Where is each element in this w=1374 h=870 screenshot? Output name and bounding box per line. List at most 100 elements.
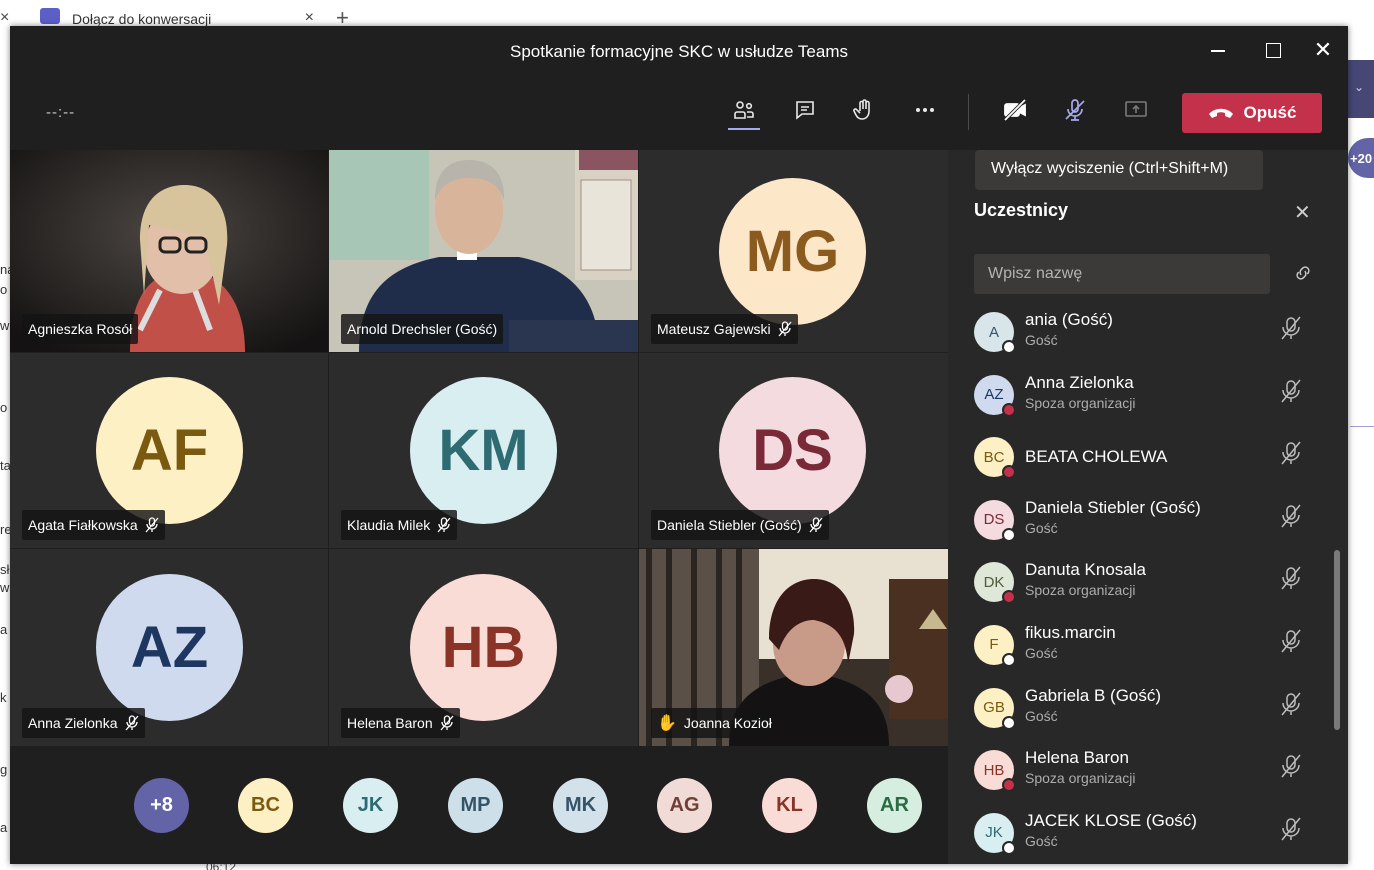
meeting-timer: --:-- xyxy=(46,104,76,121)
overflow-participant-avatar[interactable]: AR xyxy=(867,778,922,833)
show-participants-button[interactable] xyxy=(722,88,766,132)
video-grid: Agnieszka Rosół Arnold Drechsler (Gość) … xyxy=(10,150,948,746)
video-tile[interactable]: Arnold Drechsler (Gość) xyxy=(329,150,638,352)
mic-off-icon[interactable] xyxy=(1280,692,1302,716)
avatar-initials: F xyxy=(989,636,999,654)
participant-row[interactable]: BC BEATA CHOLEWA xyxy=(974,429,1314,492)
browser-tab-close-icon[interactable]: × xyxy=(0,9,9,27)
participant-name: Agata Fiałkowska xyxy=(28,517,138,533)
microphone-toggle-button[interactable] xyxy=(1053,88,1097,132)
participant-row[interactable]: Ffikus.marcin Gość xyxy=(974,617,1314,680)
participant-avatar: DS xyxy=(719,377,866,524)
participant-role: Spoza organizacji xyxy=(1025,770,1136,787)
share-screen-button[interactable] xyxy=(1114,88,1158,132)
participant-name-label: Daniela Stiebler (Gość) xyxy=(651,510,829,540)
mic-off-icon[interactable] xyxy=(1280,379,1302,403)
participant-name: Anna Zielonka xyxy=(28,715,118,731)
mic-off-icon xyxy=(145,517,159,533)
close-panel-button[interactable]: ✕ xyxy=(1294,200,1311,225)
raise-hand-button[interactable] xyxy=(842,88,886,132)
overflow-participant-avatar[interactable]: BC xyxy=(238,778,293,833)
participant-name-label: ✋ Joanna Kozioł xyxy=(651,708,778,738)
participant-avatar: MG xyxy=(719,178,866,325)
participant-search-input[interactable] xyxy=(974,254,1270,294)
participant-name-label: Anna Zielonka xyxy=(22,708,145,738)
presence-status-icon xyxy=(1002,778,1016,793)
participant-avatar: AZ xyxy=(96,574,243,721)
participant-tile[interactable]: AZ Anna Zielonka xyxy=(10,549,328,746)
overflow-participant-avatar[interactable]: JK xyxy=(343,778,398,833)
participant-row[interactable]: GB Gabriela B (Gość) Gość xyxy=(974,680,1314,743)
overflow-participant-avatar[interactable]: KL xyxy=(762,778,817,833)
background-text-fragment: w xyxy=(0,318,10,333)
browser-tab-close-icon[interactable]: × xyxy=(305,9,314,27)
mic-off-icon[interactable] xyxy=(1280,441,1302,465)
participant-avatar: F xyxy=(974,624,1016,667)
teams-meeting-window: Spotkanie formacyjne SKC w usłudze Teams… xyxy=(10,26,1348,864)
participant-name: Arnold Drechsler (Gość) xyxy=(347,321,498,337)
more-options-button[interactable] xyxy=(903,88,947,132)
participant-tile[interactable]: MG Mateusz Gajewski xyxy=(639,150,948,352)
show-chat-button[interactable] xyxy=(783,88,827,132)
participants-icon xyxy=(734,101,754,119)
participant-tile[interactable]: AF Agata Fiałkowska xyxy=(10,353,328,548)
share-invite-link-icon[interactable] xyxy=(1292,262,1314,284)
participant-tile[interactable]: DS Daniela Stiebler (Gość) xyxy=(639,353,948,548)
mic-off-icon[interactable] xyxy=(1280,316,1302,340)
mic-off-icon[interactable] xyxy=(1280,754,1302,778)
overflow-participant-avatar[interactable]: MP xyxy=(448,778,503,833)
share-screen-icon xyxy=(1125,101,1147,117)
participant-name: BEATA CHOLEWA xyxy=(1025,447,1168,467)
participant-name-label: Mateusz Gajewski xyxy=(651,314,798,344)
participant-avatar: HB xyxy=(410,574,557,721)
window-close-button[interactable]: ✕ xyxy=(1311,38,1335,62)
maximize-button[interactable] xyxy=(1261,38,1285,62)
presence-status-icon xyxy=(1002,340,1016,354)
presence-status-icon xyxy=(1002,402,1016,417)
participants-scrollbar[interactable] xyxy=(1334,550,1340,730)
avatar-initials: JK xyxy=(985,824,1003,842)
video-tile[interactable]: Agnieszka Rosół xyxy=(10,150,328,352)
overflow-participant-avatar[interactable]: AG xyxy=(657,778,712,833)
participant-avatar: JK xyxy=(974,812,1016,855)
video-tile[interactable]: ✋ Joanna Kozioł xyxy=(639,549,948,746)
mic-off-icon xyxy=(778,321,792,337)
participant-row[interactable]: AZ Anna Zielonka Spoza organizacji xyxy=(974,367,1314,430)
leave-meeting-button[interactable]: Opuść xyxy=(1182,93,1322,133)
overflow-participant-avatar[interactable]: MK xyxy=(553,778,608,833)
minimize-button[interactable] xyxy=(1206,38,1230,62)
participant-role: Spoza organizacji xyxy=(1025,582,1136,599)
mic-off-icon[interactable] xyxy=(1280,566,1302,590)
participant-name: JACEK KLOSE (Gość) xyxy=(1025,810,1197,830)
participants-panel: Uczestnicy ✕ Aania (Gość) Gość AZ Anna Ziel… xyxy=(948,150,1348,864)
participant-avatar: DK xyxy=(974,562,1016,605)
participant-row[interactable]: Aania (Gość) Gość xyxy=(974,304,1314,367)
camera-toggle-button[interactable] xyxy=(993,88,1037,132)
participant-name: Helena Baron xyxy=(347,715,433,731)
background-text-fragment: o xyxy=(0,400,8,415)
mic-off-icon xyxy=(125,715,139,731)
participant-name: Daniela Stiebler (Gość) xyxy=(657,517,802,533)
participant-row[interactable]: JK JACEK KLOSE (Gość) Gość xyxy=(974,805,1314,868)
avatar-initials: AZ xyxy=(984,386,1004,404)
participant-avatar: BC xyxy=(974,437,1016,480)
participant-name: ania (Gość) xyxy=(1025,310,1113,329)
participant-name: Danuta Knosala xyxy=(1025,560,1146,580)
participant-tile[interactable]: KM Klaudia Milek xyxy=(329,353,638,548)
participant-row[interactable]: DS Daniela Stiebler (Gość) Gość xyxy=(974,492,1314,555)
more-participants-button[interactable]: +8 xyxy=(134,778,189,833)
participant-tile[interactable]: HB Helena Baron xyxy=(329,549,638,746)
participant-name: Anna Zielonka xyxy=(1025,372,1134,392)
participant-name: Daniela Stiebler (Gość) xyxy=(1025,497,1201,517)
participant-avatar: A xyxy=(974,312,1016,354)
avatar-initials: HB xyxy=(983,761,1005,779)
participant-row[interactable]: HB Helena Baron Spoza organizacji xyxy=(974,742,1314,805)
background-text-fragment: a xyxy=(0,820,8,835)
presence-status-icon xyxy=(1002,465,1016,480)
mic-off-icon[interactable] xyxy=(1280,629,1302,653)
mic-off-icon[interactable] xyxy=(1280,504,1302,528)
participant-row[interactable]: DK Danuta Knosala Spoza organizacji xyxy=(974,554,1314,617)
mic-off-icon[interactable] xyxy=(1280,817,1302,841)
browser-tab-title: Dołącz do konwersacji xyxy=(72,11,212,27)
participant-avatar: AF xyxy=(96,377,243,524)
